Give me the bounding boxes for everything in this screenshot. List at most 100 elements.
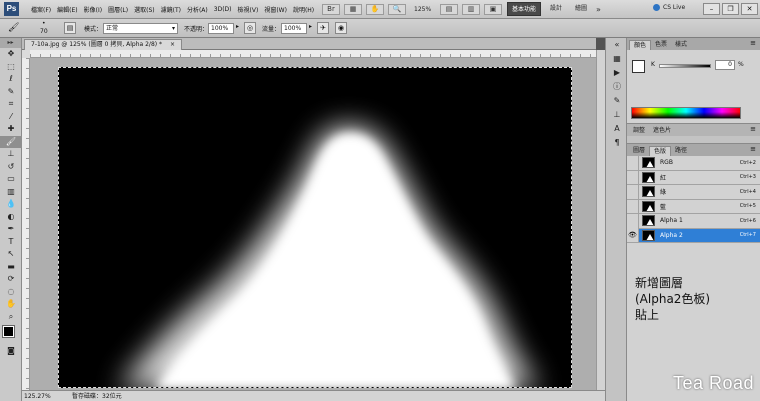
crop-tool-icon[interactable]: ⌗ bbox=[0, 98, 22, 111]
menu-help[interactable]: 說明(H) bbox=[290, 5, 317, 14]
clone-stamp-tool-icon[interactable]: ⊥ bbox=[0, 148, 22, 161]
tab-layers[interactable]: 圖層 bbox=[629, 146, 649, 156]
menu-layer[interactable]: 圖層(L) bbox=[105, 5, 131, 14]
history-brush-tool-icon[interactable]: ↺ bbox=[0, 161, 22, 174]
healing-brush-tool-icon[interactable]: ✚ bbox=[0, 123, 22, 136]
type-tool-icon[interactable]: T bbox=[0, 236, 22, 249]
paragraph-panel-icon[interactable]: ¶ bbox=[606, 136, 628, 150]
hand-tool-icon[interactable]: ✋ bbox=[0, 298, 22, 311]
menu-view[interactable]: 檢視(V) bbox=[235, 5, 262, 14]
gradient-tool-icon[interactable]: ▥ bbox=[0, 186, 22, 199]
menu-3d[interactable]: 3D(D) bbox=[211, 6, 235, 13]
brush-size-picker[interactable]: • 70 bbox=[40, 20, 48, 36]
panel-menu-icon[interactable]: ≡ bbox=[750, 125, 756, 133]
eye-icon[interactable]: 👁 bbox=[627, 228, 639, 243]
quick-mask-icon[interactable]: ◙ bbox=[0, 345, 22, 358]
color-swatches[interactable] bbox=[0, 323, 21, 345]
ruler-vertical[interactable] bbox=[22, 58, 30, 390]
tab-adjustments[interactable]: 調整 bbox=[629, 126, 649, 136]
brush-tool-preset-icon[interactable]: 🖌 bbox=[8, 22, 24, 34]
tab-channels[interactable]: 色版 bbox=[649, 146, 672, 156]
menu-window[interactable]: 視窗(W) bbox=[261, 5, 290, 14]
flow-slider-icon[interactable]: ▸ bbox=[309, 23, 312, 30]
tab-paths[interactable]: 路徑 bbox=[671, 146, 691, 156]
ruler-horizontal[interactable] bbox=[30, 50, 596, 58]
menu-image[interactable]: 影像(I) bbox=[81, 5, 105, 14]
opacity-slider-icon[interactable]: ▸ bbox=[236, 23, 239, 30]
visibility-toggle[interactable] bbox=[627, 199, 639, 214]
mini-bridge-icon[interactable]: ▦ bbox=[344, 4, 362, 15]
visibility-toggle[interactable] bbox=[627, 184, 639, 199]
foreground-color-swatch[interactable] bbox=[2, 325, 15, 338]
flow-input[interactable]: 100% bbox=[281, 23, 307, 34]
brush-panel-icon[interactable]: ✎ bbox=[606, 94, 628, 108]
character-panel-icon[interactable]: A bbox=[606, 122, 628, 136]
path-selection-tool-icon[interactable]: ↖ bbox=[0, 248, 22, 261]
mode-select[interactable]: 正常 ▾ bbox=[103, 23, 178, 34]
channel-row[interactable]: RGB Ctrl+2 bbox=[627, 155, 760, 171]
tab-masks[interactable]: 遮色片 bbox=[649, 126, 675, 136]
menu-edit[interactable]: 編輯(E) bbox=[54, 5, 80, 14]
menu-analysis[interactable]: 分析(A) bbox=[184, 5, 211, 14]
visibility-toggle[interactable] bbox=[627, 170, 639, 185]
tab-color[interactable]: 顏色 bbox=[629, 40, 652, 50]
visibility-toggle[interactable] bbox=[627, 155, 639, 170]
color-panel-swatch[interactable] bbox=[632, 60, 645, 73]
zoom-tool-icon[interactable]: ⌕ bbox=[0, 311, 22, 324]
opacity-pressure-icon[interactable]: ◎ bbox=[244, 22, 256, 34]
workspace-design-button[interactable]: 設計 bbox=[546, 2, 566, 16]
zoom-level[interactable]: 125% bbox=[414, 6, 436, 13]
canvas-area[interactable] bbox=[30, 58, 596, 390]
gray-slider[interactable] bbox=[659, 64, 711, 68]
close-icon[interactable]: × bbox=[170, 41, 175, 48]
workspace-painting-button[interactable]: 繪圖 bbox=[571, 2, 591, 16]
brush-panel-toggle-icon[interactable]: ▤ bbox=[64, 22, 76, 34]
brush-tool-icon[interactable]: 🖌 bbox=[0, 135, 22, 148]
channel-row-selected[interactable]: 👁 Alpha 2 Ctrl+7 bbox=[627, 228, 760, 243]
blur-tool-icon[interactable]: 💧 bbox=[0, 198, 22, 211]
3d-rotate-tool-icon[interactable]: ⟳ bbox=[0, 273, 22, 286]
panel-menu-icon[interactable]: ≡ bbox=[750, 39, 756, 47]
workspace-more-icon[interactable]: » bbox=[596, 5, 601, 14]
opacity-input[interactable]: 100% bbox=[208, 23, 234, 34]
gray-value-input[interactable]: 0 bbox=[715, 60, 735, 70]
channel-row[interactable]: 紅 Ctrl+3 bbox=[627, 170, 760, 185]
workspace-essentials-button[interactable]: 基本功能 bbox=[507, 2, 542, 16]
clone-source-panel-icon[interactable]: ⊥ bbox=[606, 108, 628, 122]
tab-styles[interactable]: 樣式 bbox=[671, 40, 691, 50]
restore-button[interactable]: ❐ bbox=[722, 3, 739, 15]
cs-live[interactable]: CS Live bbox=[653, 4, 685, 11]
history-panel-icon[interactable]: ▦ bbox=[606, 52, 628, 66]
visibility-toggle[interactable] bbox=[627, 213, 639, 228]
menu-file[interactable]: 檔案(F) bbox=[28, 5, 54, 14]
minimize-button[interactable]: – bbox=[703, 3, 720, 15]
3d-camera-tool-icon[interactable]: ◌ bbox=[0, 286, 22, 299]
status-info[interactable]: 暫存磁碟：32位元 bbox=[72, 392, 122, 401]
zoom-tool-icon[interactable]: 🔍 bbox=[388, 4, 406, 15]
dock-header-icon[interactable]: « bbox=[606, 38, 628, 52]
hand-tool-icon[interactable]: ✋ bbox=[366, 4, 384, 15]
info-panel-icon[interactable]: ⓘ bbox=[606, 80, 628, 94]
airbrush-icon[interactable]: ✈ bbox=[317, 22, 329, 34]
actions-panel-icon[interactable]: ▶ bbox=[606, 66, 628, 80]
channel-row[interactable]: 藍 Ctrl+5 bbox=[627, 199, 760, 214]
quick-select-tool-icon[interactable]: ✎ bbox=[0, 86, 22, 99]
channel-row[interactable]: Alpha 1 Ctrl+6 bbox=[627, 213, 760, 229]
eyedropper-tool-icon[interactable]: ⁄ bbox=[0, 111, 22, 124]
channel-row[interactable]: 綠 Ctrl+4 bbox=[627, 184, 760, 200]
panel-menu-icon[interactable]: ≡ bbox=[750, 145, 756, 153]
color-ramp[interactable] bbox=[631, 107, 741, 119]
tab-swatches[interactable]: 色票 bbox=[651, 40, 671, 50]
lasso-tool-icon[interactable]: ℓ bbox=[0, 73, 22, 86]
view-extras-icon[interactable]: ▤ bbox=[440, 4, 458, 15]
arrange-documents-icon[interactable]: ▥ bbox=[462, 4, 480, 15]
dodge-tool-icon[interactable]: ◐ bbox=[0, 211, 22, 224]
marquee-tool-icon[interactable]: ⬚ bbox=[0, 61, 22, 74]
pen-tool-icon[interactable]: ✒ bbox=[0, 223, 22, 236]
shape-tool-icon[interactable]: ▬ bbox=[0, 261, 22, 274]
screen-mode-icon[interactable]: ▣ bbox=[484, 4, 502, 15]
alpha-channel-image[interactable] bbox=[58, 67, 572, 388]
status-zoom[interactable]: 125.27% bbox=[24, 392, 51, 401]
eraser-tool-icon[interactable]: ▭ bbox=[0, 173, 22, 186]
close-button[interactable]: ✕ bbox=[741, 3, 758, 15]
